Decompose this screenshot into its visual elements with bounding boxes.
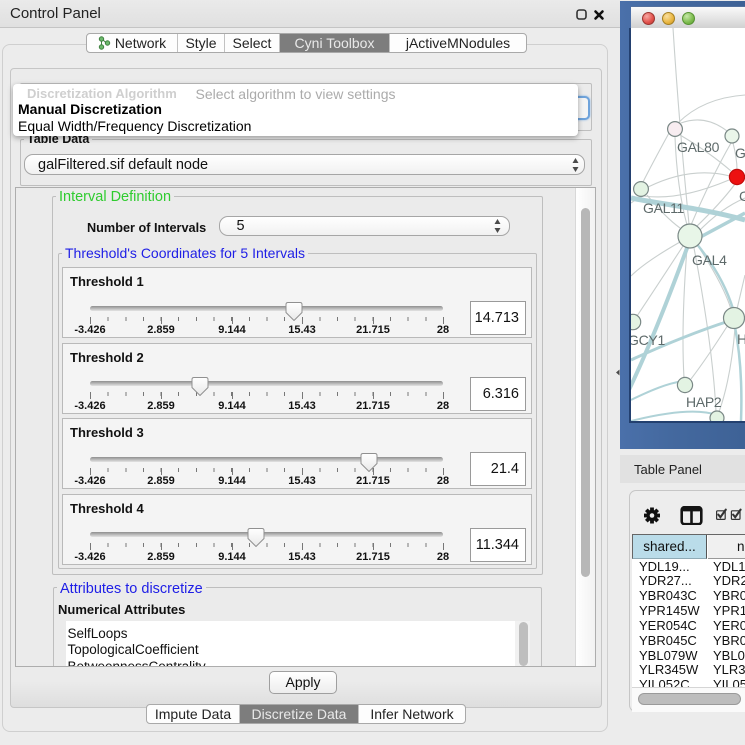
svg-text:GAL4: GAL4 xyxy=(692,252,727,268)
svg-text:GAL80: GAL80 xyxy=(677,139,720,155)
svg-text:HAP2: HAP2 xyxy=(686,394,722,410)
svg-text:GCY1: GCY1 xyxy=(631,332,665,348)
svg-text:H: H xyxy=(737,331,745,347)
svg-text:C: C xyxy=(739,188,745,204)
svg-text:G..: G.. xyxy=(735,145,745,161)
svg-text:GAL11: GAL11 xyxy=(643,200,685,216)
